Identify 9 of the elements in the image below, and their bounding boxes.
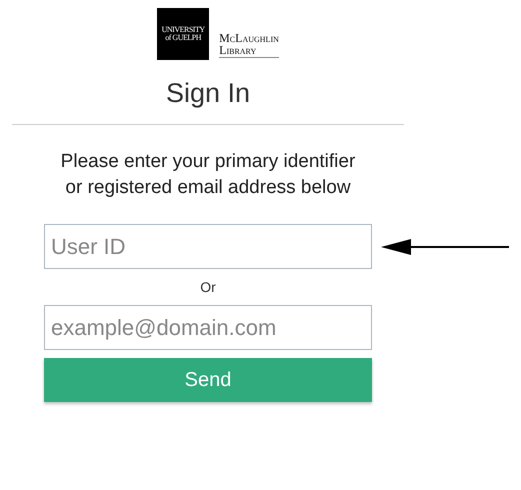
or-separator: Or <box>200 279 216 295</box>
page-title: Sign In <box>166 78 250 109</box>
university-logo: UNIVERSITY of GUELPH <box>157 8 210 60</box>
library-name: McLaughlin Library <box>219 32 279 58</box>
user-id-field[interactable]: User ID <box>44 224 372 269</box>
instructions: Please enter your primary identifier or registered email address below <box>60 150 356 200</box>
send-button[interactable]: Send <box>44 358 372 402</box>
arrow-icon <box>381 237 509 257</box>
email-field[interactable]: example@domain.com <box>44 305 372 350</box>
